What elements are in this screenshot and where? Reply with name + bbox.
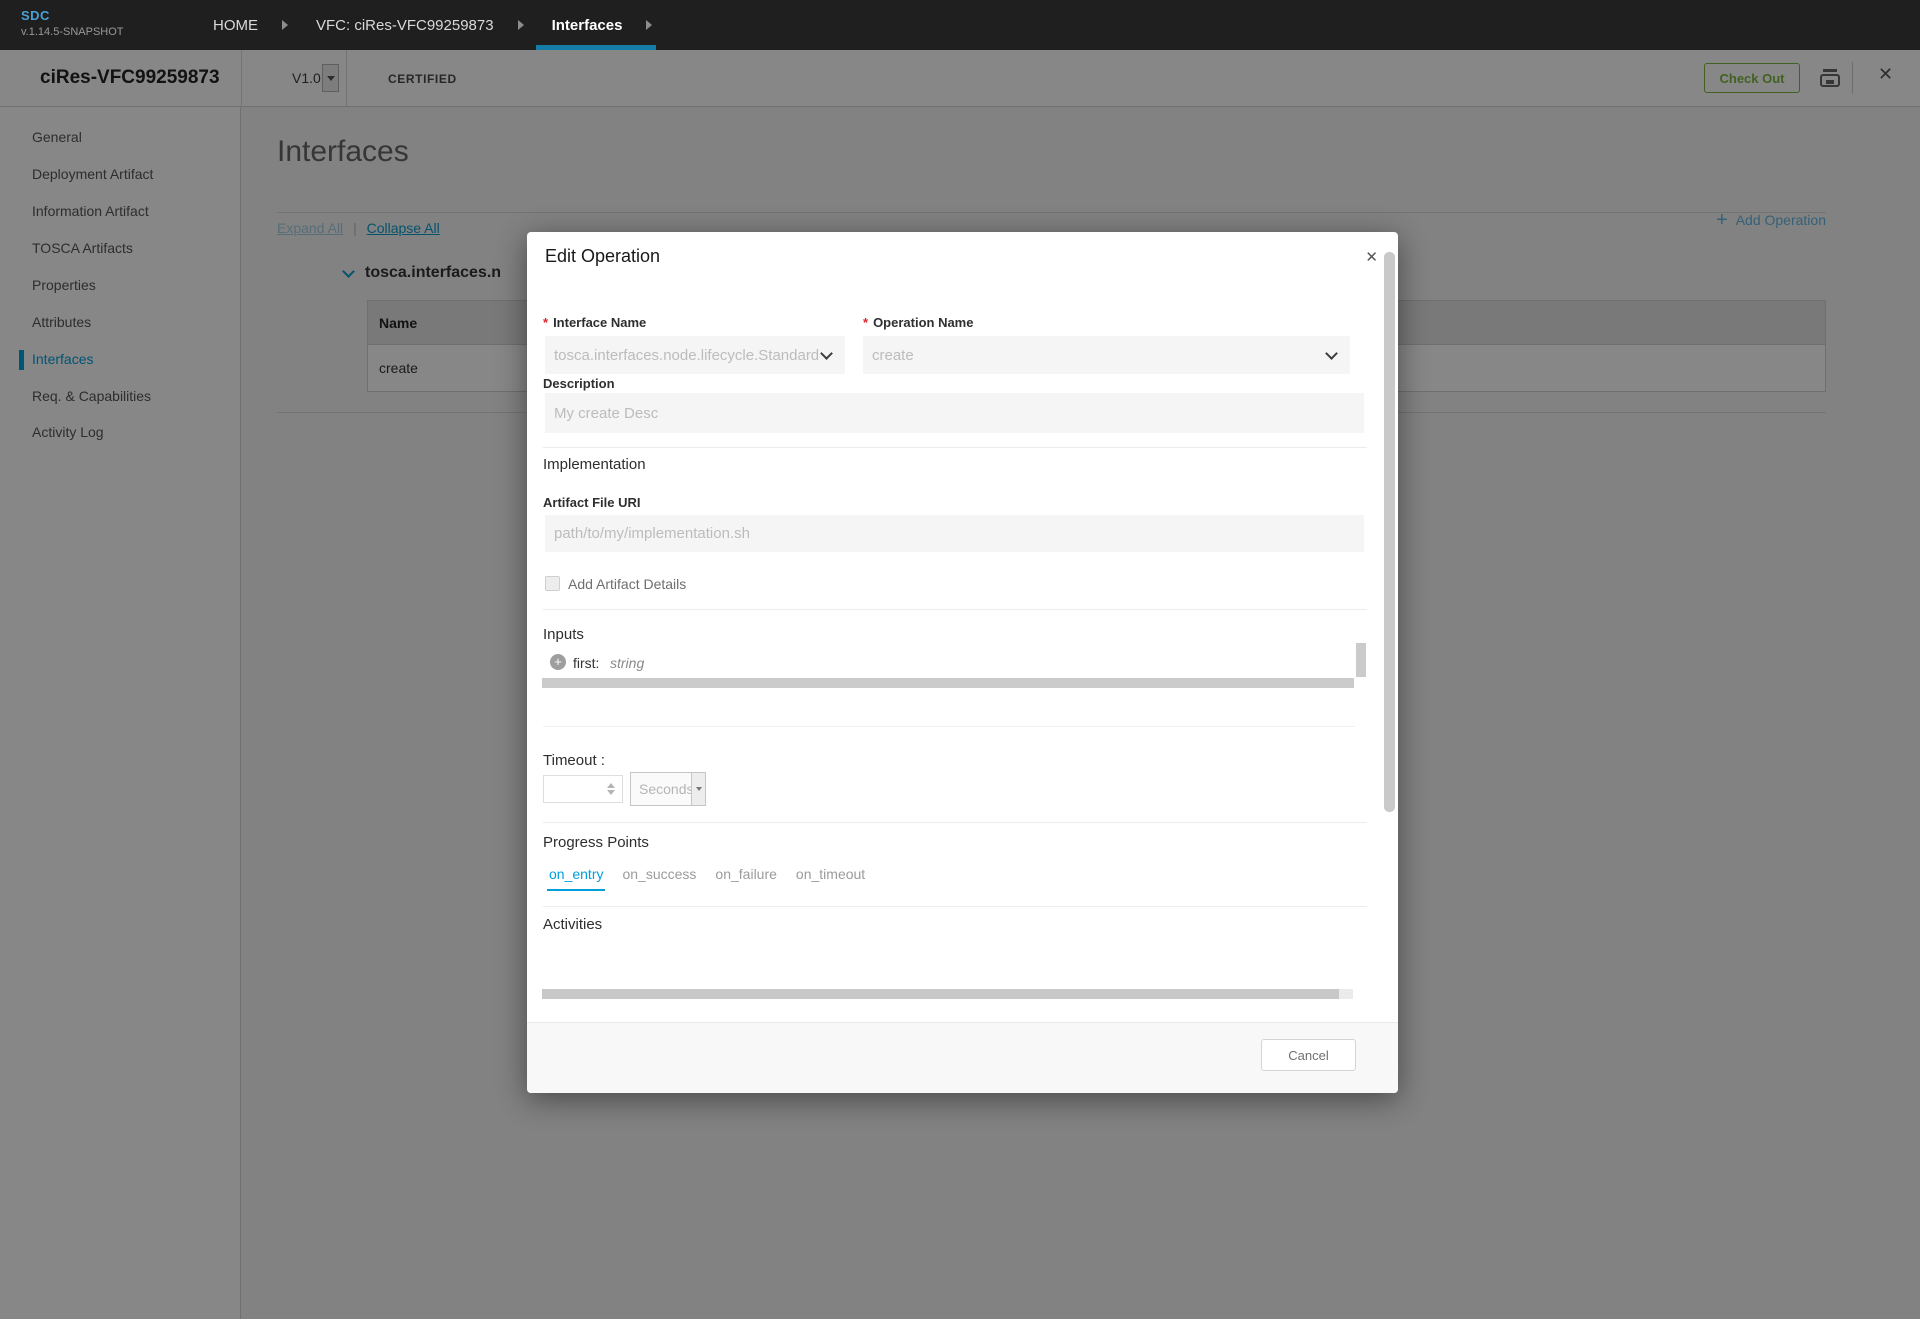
- inputs-horizontal-scrollbar[interactable]: [542, 678, 1354, 688]
- logo-text: SDC: [21, 8, 124, 23]
- timeout-number-input[interactable]: [543, 775, 623, 803]
- progress-points-tabs: on_entry on_success on_failure on_timeou…: [547, 866, 867, 891]
- operation-name-select[interactable]: create: [863, 336, 1350, 374]
- interface-name-label-text: Interface Name: [553, 315, 646, 330]
- cancel-button[interactable]: Cancel: [1261, 1039, 1356, 1071]
- artifact-file-uri-label: Artifact File URI: [543, 495, 641, 510]
- modal-horizontal-scrollbar-track: [1339, 989, 1353, 999]
- spinner-up-icon[interactable]: [607, 783, 615, 788]
- divider: [543, 822, 1367, 823]
- divider: [543, 609, 1367, 610]
- divider: [543, 906, 1367, 907]
- edit-operation-modal: Edit Operation ✕ * Interface Name * Operat…: [527, 232, 1398, 1093]
- input-row-type: string: [610, 655, 644, 671]
- modal-vertical-scrollbar[interactable]: [1384, 252, 1395, 812]
- divider: [543, 447, 1367, 448]
- operation-name-label-text: Operation Name: [873, 315, 973, 330]
- tab-on-failure[interactable]: on_failure: [713, 866, 779, 891]
- inputs-vertical-scrollbar[interactable]: [1356, 643, 1366, 677]
- required-asterisk: *: [863, 315, 868, 330]
- operation-name-value: create: [872, 347, 914, 364]
- breadcrumb-arrow-icon: [646, 20, 652, 30]
- divider: [543, 726, 1355, 727]
- tab-on-success[interactable]: on_success: [620, 866, 698, 891]
- tab-on-timeout[interactable]: on_timeout: [794, 866, 867, 891]
- operation-name-label: * Operation Name: [863, 315, 973, 330]
- breadcrumb-arrow-icon: [282, 20, 288, 30]
- required-asterisk: *: [543, 315, 548, 330]
- spinner-down-icon[interactable]: [607, 790, 615, 795]
- add-input-icon[interactable]: +: [550, 654, 566, 670]
- timeout-unit-value: Seconds: [639, 781, 693, 797]
- caret-down-icon: [696, 787, 702, 791]
- tab-on-entry[interactable]: on_entry: [547, 866, 605, 891]
- tab-vfc[interactable]: VFC: ciRes-VFC99259873: [316, 17, 494, 34]
- modal-close-icon[interactable]: ✕: [1365, 248, 1378, 266]
- implementation-heading: Implementation: [543, 456, 646, 473]
- select-arrow: [691, 773, 705, 805]
- modal-footer: Cancel: [527, 1022, 1398, 1093]
- interface-name-label: * Interface Name: [543, 315, 646, 330]
- input-row-name[interactable]: first:: [573, 655, 599, 671]
- breadcrumb: HOME VFC: ciRes-VFC99259873 Interfaces: [213, 0, 680, 50]
- artifact-file-uri-input[interactable]: path/to/my/implementation.sh: [545, 515, 1364, 552]
- interface-name-select[interactable]: tosca.interfaces.node.lifecycle.Standard: [545, 336, 845, 374]
- description-textarea[interactable]: My create Desc: [545, 393, 1364, 433]
- add-artifact-details-label: Add Artifact Details: [568, 576, 686, 592]
- top-nav-bar: SDC v.1.14.5-SNAPSHOT HOME VFC: ciRes-VF…: [0, 0, 1920, 50]
- activities-heading: Activities: [543, 916, 602, 933]
- chevron-down-icon: [1325, 347, 1338, 360]
- chevron-down-icon: [820, 347, 833, 360]
- inputs-heading: Inputs: [543, 626, 584, 643]
- timeout-label: Timeout :: [543, 752, 605, 769]
- timeout-unit-select[interactable]: Seconds: [630, 772, 706, 806]
- tab-home[interactable]: HOME: [213, 17, 258, 34]
- tab-interfaces[interactable]: Interfaces: [552, 17, 623, 34]
- progress-points-heading: Progress Points: [543, 834, 649, 851]
- modal-horizontal-scrollbar[interactable]: [542, 989, 1339, 999]
- interface-name-value: tosca.interfaces.node.lifecycle.Standard: [554, 347, 819, 364]
- breadcrumb-arrow-icon: [518, 20, 524, 30]
- app-version: v.1.14.5-SNAPSHOT: [21, 26, 124, 38]
- app-logo: SDC v.1.14.5-SNAPSHOT: [21, 8, 124, 38]
- modal-title: Edit Operation: [545, 246, 660, 267]
- description-label: Description: [543, 376, 615, 391]
- add-artifact-details-checkbox[interactable]: [545, 576, 560, 591]
